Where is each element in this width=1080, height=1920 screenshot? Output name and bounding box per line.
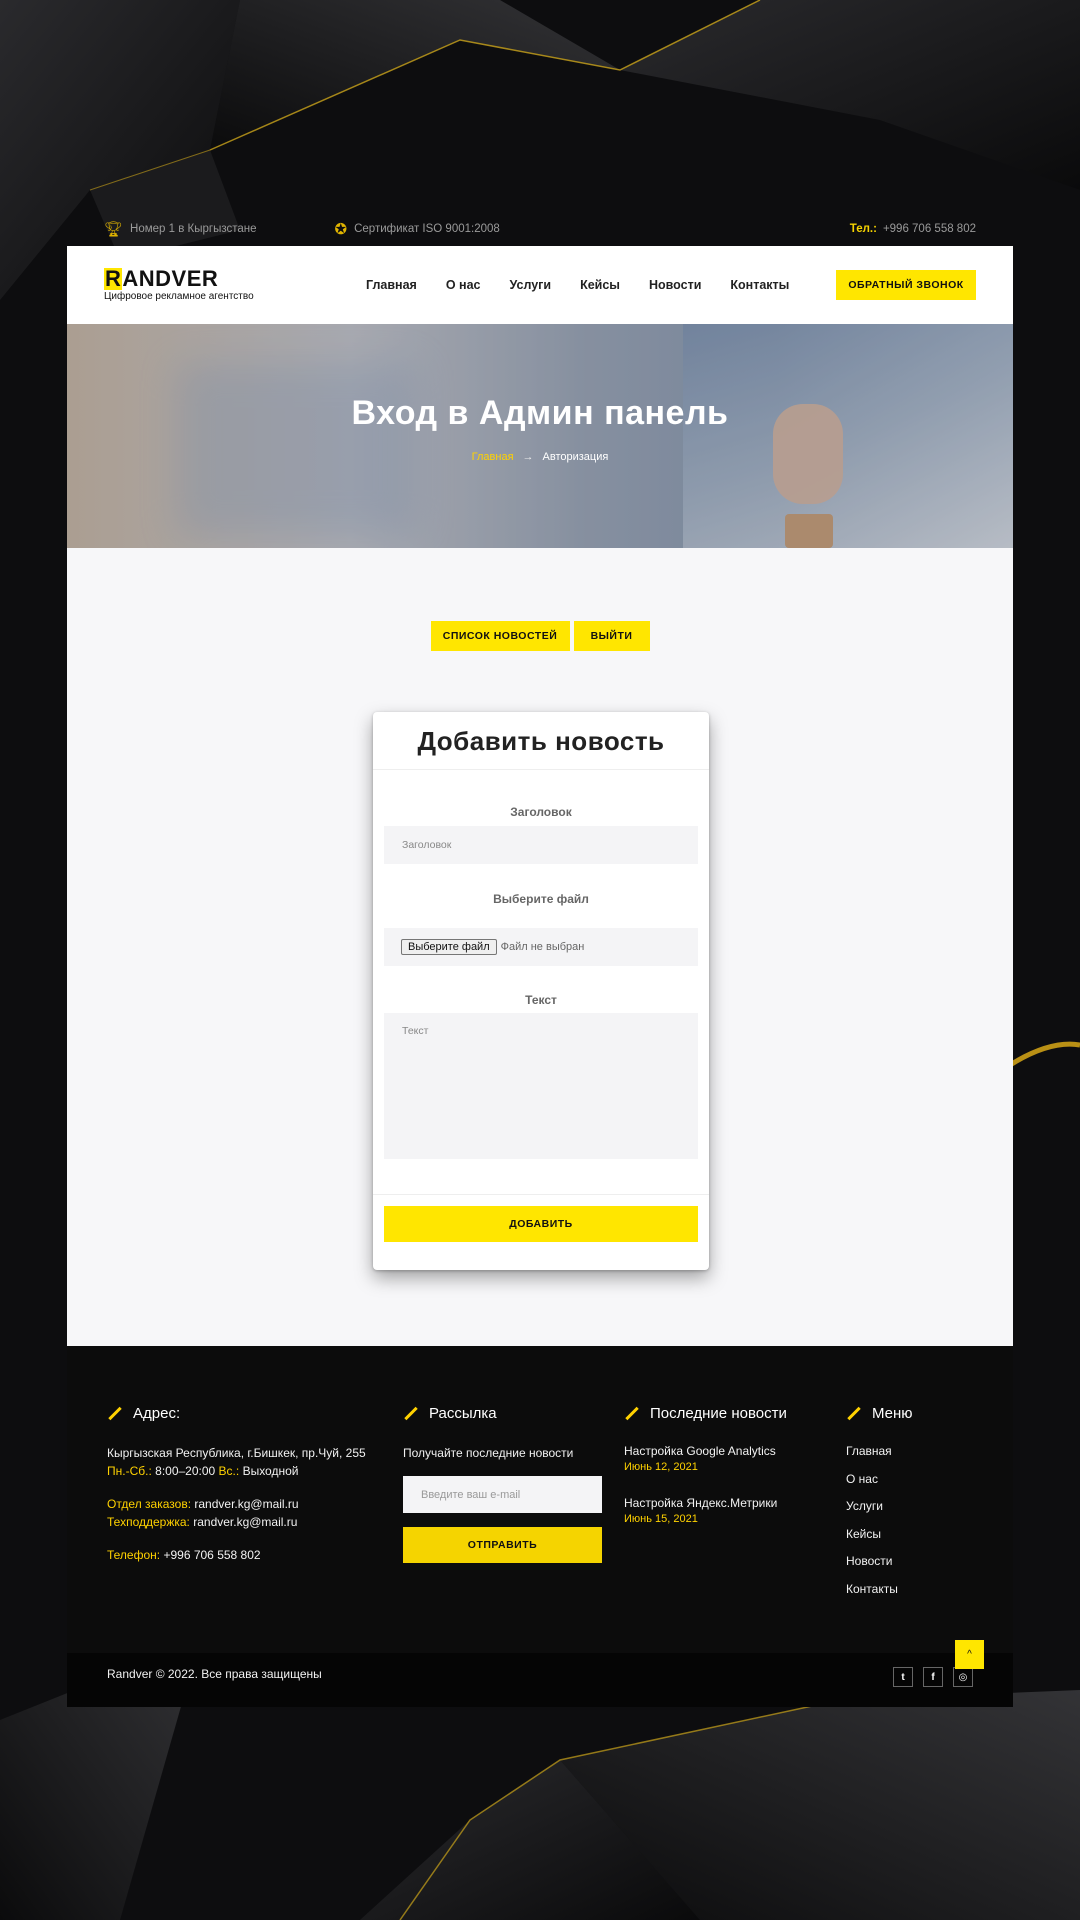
logout-button[interactable]: ВЫЙТИ [573,621,650,651]
breadcrumb-arrow-icon: → [522,451,534,463]
add-news-card: Добавить новость Заголовок Заголовок Выб… [373,712,709,1270]
breadcrumb: Главная → Авторизация [67,451,1013,463]
orders-email[interactable]: randver.kg@mail.ru [194,1497,298,1511]
news-list-button[interactable]: СПИСОК НОВОСТЕЙ [430,621,570,651]
twitter-icon[interactable]: t [893,1667,913,1687]
slash-icon [108,1406,122,1420]
slash-icon [847,1406,861,1420]
nav-item-cases[interactable]: Кейсы [580,278,620,292]
newsletter-submit-button[interactable]: ОТПРАВИТЬ [403,1527,602,1563]
breadcrumb-home[interactable]: Главная [472,451,514,463]
phone-label: Тел.: [849,223,877,235]
add-news-submit-button[interactable]: ДОБАВИТЬ [384,1206,698,1242]
nav-item-home[interactable]: Главная [366,278,417,292]
top-phone[interactable]: Тел.: +996 706 558 802 [850,223,976,235]
footer-menu-item[interactable]: Главная [846,1444,976,1472]
logo-tagline: Цифровое рекламное агентство [104,291,254,302]
rank-text: Номер 1 в Кыргызстане [130,223,257,235]
footer-menu: Меню Главная О нас Услуги Кейсы Новости … [846,1404,976,1609]
footer-address-heading: Адрес: [133,1404,181,1422]
copyright-text: Randver © 2022. Все права защищены [107,1667,322,1681]
footer-latest-news: Последние новости Настройка Google Analy… [624,1404,814,1526]
rank-info: 🏆︎ Номер 1 в Кыргызстане [104,222,257,237]
callback-button[interactable]: ОБРАТНЫЙ ЗВОНОК [836,270,976,300]
breadcrumb-current: Авторизация [542,451,609,463]
nav-item-about[interactable]: О нас [446,278,481,292]
hours-line: Пн.-Сб.: 8:00–20:00 Вс.: Выходной [107,1464,299,1478]
main-nav: Главная О нас Услуги Кейсы Новости Конта… [366,278,818,292]
copyright-bar: Randver © 2022. Все права защищены t f ◎ [67,1653,1013,1707]
footer-menu-item[interactable]: Контакты [846,1582,976,1610]
text-textarea[interactable]: Текст [384,1013,698,1159]
social-links: t f ◎ [893,1667,973,1687]
admin-actions: СПИСОК НОВОСТЕЙ ВЫЙТИ [67,621,1013,651]
footer-phone-line: Телефон: +996 706 558 802 [107,1548,261,1562]
newsletter-heading: Рассылка [429,1404,497,1422]
title-field-label: Заголовок [510,805,572,819]
nav-item-services[interactable]: Услуги [510,278,552,292]
newsletter-email-input[interactable]: Введите ваш e-mail [403,1476,602,1513]
site-frame: 🏆︎ Номер 1 в Кыргызстане ✪ Сертификат IS… [67,212,1013,1707]
file-status: Файл не выбран [500,941,585,953]
latest-news-heading: Последние новости [650,1404,787,1422]
cert-info: ✪ Сертификат ISO 9001:2008 [335,222,500,237]
facebook-icon[interactable]: f [923,1667,943,1687]
logo-wordmark: R ANDVER [104,268,254,290]
footer-menu-item[interactable]: Услуги [846,1499,976,1527]
text-field-label: Текст [525,993,557,1007]
site-footer: Адрес: Кыргызская Республика, г.Бишкек, … [67,1346,1013,1707]
logo-r: R [104,266,123,291]
title-input-placeholder: Заголовок [402,839,452,851]
instagram-icon[interactable]: ◎ [953,1667,973,1687]
file-input: Выберите файл Файл не выбран [384,928,698,966]
hero-banner: Вход в Админ панель Главная → Авторизация [67,324,1013,548]
scroll-to-top-button[interactable]: ^ [955,1640,984,1669]
cert-text: Сертификат ISO 9001:2008 [354,223,500,235]
form-title: Добавить новость [373,712,709,770]
address-line: Кыргызская Республика, г.Бишкек, пр.Чуй,… [107,1446,366,1460]
card-divider [373,1194,709,1195]
choose-file-button[interactable]: Выберите файл [401,939,497,955]
nav-item-news[interactable]: Новости [649,278,701,292]
footer-phone[interactable]: +996 706 558 802 [163,1548,260,1562]
phone-number[interactable]: +996 706 558 802 [883,223,976,235]
footer-menu-item[interactable]: Кейсы [846,1527,976,1555]
footer-menu-heading: Меню [872,1404,913,1422]
file-field-label: Выберите файл [493,892,589,906]
logo-rest: ANDVER [122,266,219,291]
newsletter-text: Получайте последние новости [403,1446,574,1460]
footer-menu-item[interactable]: Новости [846,1554,976,1582]
logo[interactable]: R ANDVER Цифровое рекламное агентство [104,268,254,302]
page-title: Вход в Админ панель [351,394,729,432]
chevron-up-icon: ^ [967,1649,972,1660]
text-textarea-placeholder: Текст [402,1025,429,1037]
support-line: Техподдержка: randver.kg@mail.ru [107,1515,298,1529]
main-content: СПИСОК НОВОСТЕЙ ВЫЙТИ Добавить новость З… [67,548,1013,1346]
footer-newsletter: Рассылка Получайте последние новости Вве… [403,1404,602,1563]
news-item[interactable]: Настройка Яндекс.Метрики Июнь 15, 2021 [624,1496,814,1525]
site-header: R ANDVER Цифровое рекламное агентство Гла… [67,246,1013,324]
trophy-icon: 🏆︎ [104,220,124,238]
slash-icon [404,1406,418,1420]
slash-icon [625,1406,639,1420]
orders-line: Отдел заказов: randver.kg@mail.ru [107,1497,299,1511]
news-item[interactable]: Настройка Google Analytics Июнь 12, 2021 [624,1444,814,1473]
support-email[interactable]: randver.kg@mail.ru [193,1515,297,1529]
certificate-icon: ✪ [334,220,348,238]
top-bar: 🏆︎ Номер 1 в Кыргызстане ✪ Сертификат IS… [67,212,1013,246]
title-input[interactable]: Заголовок [384,826,698,864]
footer-address: Адрес: Кыргызская Республика, г.Бишкек, … [107,1404,377,1564]
footer-menu-item[interactable]: О нас [846,1472,976,1500]
nav-item-contacts[interactable]: Контакты [730,278,789,292]
